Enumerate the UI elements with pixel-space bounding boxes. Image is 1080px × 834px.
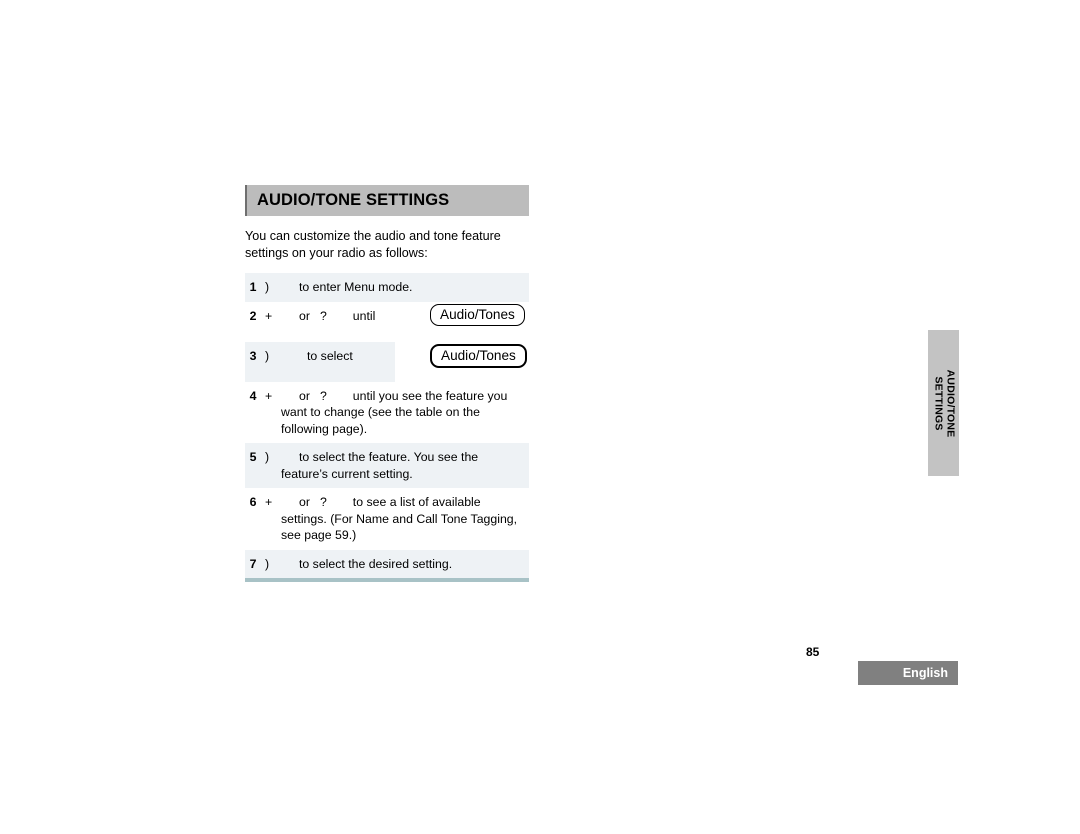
manual-page-content: AUDIO/TONE SETTINGS You can customize th… xyxy=(245,185,529,582)
step-key-glyph: + xyxy=(265,308,273,323)
step-row: 3 ) to select Audio/Tones xyxy=(245,341,529,382)
step-number: 6 xyxy=(249,495,257,509)
step-conjunction: or xyxy=(299,308,310,323)
steps-list: 1 ) to enter Menu mode. 2 + or? until Aud… xyxy=(245,273,529,582)
step-conjunction: or xyxy=(299,388,310,403)
step-instruction: to select the feature. You see the featu… xyxy=(281,450,479,481)
display-callout-holder: Audio/Tones xyxy=(430,343,527,369)
step-instruction: until xyxy=(352,308,376,323)
side-thumb-tab: AUDIO/TONE SETTINGS xyxy=(928,330,959,476)
step-key-glyph-alt: ? xyxy=(319,308,327,323)
step-row: 6 + or? to see a list of available settin… xyxy=(245,488,529,550)
step-instruction: to select xyxy=(307,348,353,363)
step-text: to select the desired setting. xyxy=(281,556,529,573)
step-row: 7 ) to select the desired setting. xyxy=(245,549,529,578)
step-number: 7 xyxy=(249,556,257,571)
step-key-glyph: ) xyxy=(265,280,270,294)
step-row: 2 + or? until Audio/Tones xyxy=(245,302,529,342)
page-number: 85 xyxy=(806,645,820,659)
step-text: to select the feature. You see the featu… xyxy=(281,449,529,482)
display-callout-holder: Audio/Tones xyxy=(430,303,525,327)
step-key-glyph-alt: ? xyxy=(319,388,327,403)
step-text: to select Audio/Tones xyxy=(281,343,529,368)
step-key-glyph: ) xyxy=(265,450,270,464)
step-number: 2 xyxy=(249,308,257,323)
step-text: to enter Menu mode. xyxy=(281,279,529,296)
step-text: or? to see a list of available settings. … xyxy=(281,494,529,544)
step-row: 4 + or? until you see the feature you wan… xyxy=(245,382,529,444)
step-number: 5 xyxy=(249,450,257,464)
step-key-glyph-alt: ? xyxy=(319,495,327,509)
intro-paragraph: You can customize the audio and tone fea… xyxy=(245,229,501,260)
side-thumb-tab-label: AUDIO/TONE SETTINGS xyxy=(932,369,957,437)
step-row: 1 ) to enter Menu mode. xyxy=(245,273,529,302)
step-key-glyph: + xyxy=(265,495,273,509)
step-instruction: until you see the feature you want to ch… xyxy=(281,388,508,436)
step-conjunction: or xyxy=(299,495,310,509)
step-number: 3 xyxy=(249,348,257,363)
step-instruction: to see a list of available settings. (Fo… xyxy=(281,495,518,542)
page-title: AUDIO/TONE SETTINGS xyxy=(257,191,450,210)
radio-display-callout: Audio/Tones xyxy=(430,303,525,326)
step-number: 1 xyxy=(249,280,257,294)
step-number: 4 xyxy=(249,388,257,403)
step-key-glyph: ) xyxy=(265,348,270,363)
section-divider-rule xyxy=(245,578,529,582)
step-key-glyph: + xyxy=(265,388,273,403)
step-text: or? until Audio/Tones xyxy=(281,303,529,327)
step-row: 5 ) to select the feature. You see the f… xyxy=(245,443,529,488)
step-key-glyph: ) xyxy=(265,556,270,571)
language-badge-label: English xyxy=(902,666,948,680)
radio-display-callout: Audio/Tones xyxy=(430,343,527,368)
step-instruction: to enter Menu mode. xyxy=(299,280,413,294)
language-badge: English xyxy=(858,661,958,685)
section-header-bar: AUDIO/TONE SETTINGS xyxy=(245,185,529,216)
step-text: or? until you see the feature you want to… xyxy=(281,388,529,438)
step-instruction: to select the desired setting. xyxy=(299,556,453,571)
